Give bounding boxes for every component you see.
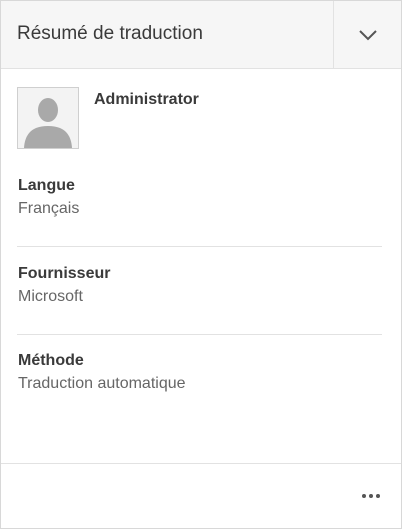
language-field: Langue Français bbox=[18, 177, 79, 218]
more-horizontal-icon bbox=[361, 494, 382, 498]
chevron-down-icon bbox=[358, 29, 377, 40]
method-field: Méthode Traduction automatique bbox=[18, 352, 186, 393]
provider-field: Fournisseur Microsoft bbox=[18, 265, 110, 306]
panel-header: Résumé de traduction bbox=[1, 1, 401, 69]
field-divider bbox=[17, 334, 382, 335]
more-actions-button[interactable] bbox=[353, 485, 389, 507]
provider-label: Fournisseur bbox=[18, 265, 111, 282]
collapse-toggle-button[interactable] bbox=[334, 1, 401, 68]
panel-title: Résumé de traduction bbox=[17, 23, 203, 44]
avatar bbox=[17, 87, 79, 149]
user-silhouette-icon bbox=[24, 98, 72, 148]
field-divider bbox=[17, 246, 382, 247]
provider-value: Microsoft bbox=[18, 288, 83, 305]
language-label: Langue bbox=[18, 177, 75, 194]
user-name: Administrator bbox=[94, 91, 199, 108]
method-value: Traduction automatique bbox=[18, 375, 186, 392]
footer-divider bbox=[1, 463, 401, 464]
language-value: Français bbox=[18, 200, 80, 217]
method-label: Méthode bbox=[18, 352, 84, 369]
translation-summary-panel: Résumé de traduction Administrator Langu… bbox=[0, 0, 402, 529]
